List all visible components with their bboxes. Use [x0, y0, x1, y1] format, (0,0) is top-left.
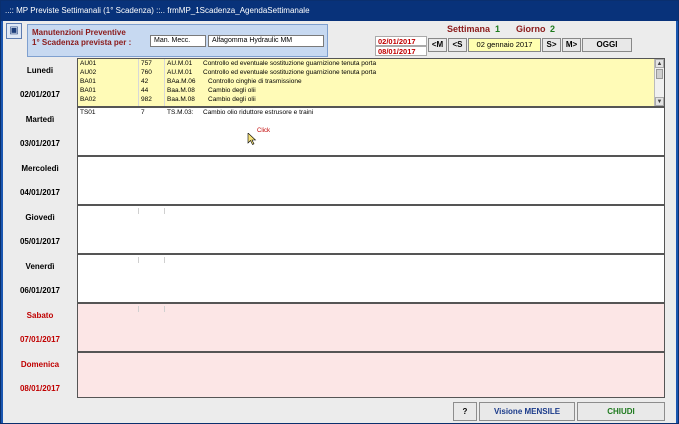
row-code: BA02: [80, 96, 96, 103]
day-date-friday: 06/01/2017: [19, 286, 61, 295]
range-end-date: 08/01/2017: [375, 46, 427, 56]
cursor-tooltip: Click: [257, 128, 270, 134]
row-desc: Controllo cinghie di trasmissione: [208, 78, 302, 85]
column-tick: [164, 257, 165, 263]
row-desc: Controllo ed eventuale sostituzione guar…: [203, 60, 377, 67]
row-ref: TS.M.03:: [167, 109, 194, 116]
help-button[interactable]: ?: [453, 402, 477, 421]
day-panel-thursday[interactable]: [77, 205, 665, 254]
column-divider: [164, 59, 165, 106]
row-code: AU01: [80, 60, 97, 67]
row-desc: Cambio degli olii: [208, 96, 256, 103]
row-qty: 42: [141, 78, 149, 85]
header-subtitle: 1° Scadenza prevista per :: [32, 38, 132, 47]
day-name-saturday: Sabato: [26, 311, 54, 320]
day-name-tuesday: Martedì: [25, 115, 55, 124]
maintenance-type-field[interactable]: Man. Mecc.: [150, 35, 206, 47]
day-date-wednesday: 04/01/2017: [19, 188, 61, 197]
scroll-up-icon[interactable]: ▲: [655, 59, 664, 68]
row-code: BA01: [80, 78, 96, 85]
day-date-monday: 02/01/2017: [19, 90, 61, 99]
close-button[interactable]: CHIUDI: [577, 402, 665, 421]
column-tick: [164, 306, 165, 312]
day-name-wednesday: Mercoledì: [21, 164, 59, 173]
column-tick: [164, 208, 165, 214]
day-panel-sunday[interactable]: [77, 352, 665, 398]
day-date-sunday: 08/01/2017: [19, 384, 61, 393]
row-qty: 44: [141, 87, 149, 94]
row-code: AU02: [80, 69, 97, 76]
row-desc: Controllo ed eventuale sostituzione guar…: [203, 69, 377, 76]
header-title: Manutenzioni Preventive: [32, 28, 126, 37]
prev-month-button[interactable]: <M: [428, 38, 447, 52]
giorno-label: Giorno: [516, 24, 546, 34]
column-tick: [138, 208, 139, 214]
footer-bar: ? Visione MENSILE CHIUDI: [3, 400, 676, 423]
column-tick: [138, 306, 139, 312]
help-icon: ?: [462, 407, 468, 416]
day-date-tuesday: 03/01/2017: [19, 139, 61, 148]
row-qty: 757: [141, 60, 152, 67]
day-name-friday: Venerdì: [25, 262, 55, 271]
row-ref: Baa.M.08: [167, 96, 195, 103]
row-code: BA01: [80, 87, 96, 94]
row-ref: Baa.M.08: [167, 87, 195, 94]
row-qty: 760: [141, 69, 152, 76]
day-name-sunday: Domenica: [20, 360, 60, 369]
giorno-value: 2: [550, 24, 556, 34]
next-week-button[interactable]: S>: [542, 38, 561, 52]
current-date-display: 02 gennaio 2017: [468, 38, 541, 52]
day-date-thursday: 05/01/2017: [19, 237, 61, 246]
day-date-saturday: 07/01/2017: [19, 335, 61, 344]
column-divider: [138, 59, 139, 106]
app-icon[interactable]: ▣: [6, 23, 22, 39]
scroll-down-icon[interactable]: ▼: [655, 97, 664, 106]
day-name-thursday: Giovedì: [25, 213, 55, 222]
day-panel-saturday[interactable]: [77, 303, 665, 352]
row-ref: BAa.M.06: [167, 78, 196, 85]
day-panel-tuesday[interactable]: TS01 7 TS.M.03: Cambio olio riduttore es…: [77, 107, 665, 156]
window-title: ..:: MP Previste Settimanali (1° Scadenz…: [1, 1, 678, 21]
scroll-thumb[interactable]: [656, 69, 663, 79]
row-desc: Cambio olio riduttore estrusore e traini: [203, 109, 314, 116]
range-start-date: 02/01/2017: [375, 36, 427, 46]
row-qty: 982: [141, 96, 152, 103]
row-code: TS01: [80, 109, 96, 116]
today-button[interactable]: OGGI: [582, 38, 632, 52]
row-desc: Cambio degli olii: [208, 87, 256, 94]
day-panel-monday[interactable]: AU01 757 AU.M.01 Controllo ed eventuale …: [77, 58, 665, 107]
settimana-label: Settimana: [447, 24, 491, 34]
weekly-agenda: Lunedi 02/01/2017 AU01 757 AU.M.01 Contr…: [3, 58, 665, 398]
prev-week-button[interactable]: <S: [448, 38, 467, 52]
machine-field[interactable]: Alfagomma Hydraulic MM: [208, 35, 324, 47]
column-tick: [138, 257, 139, 263]
day-panel-friday[interactable]: [77, 254, 665, 303]
next-month-button[interactable]: M>: [562, 38, 581, 52]
client-area: ▣ Manutenzioni Preventive 1° Scadenza pr…: [3, 21, 676, 423]
header-box: Manutenzioni Preventive 1° Scadenza prev…: [27, 24, 328, 57]
day-panel-wednesday[interactable]: [77, 156, 665, 205]
mouse-cursor-icon: [247, 133, 257, 145]
row-ref: AU.M.01: [167, 60, 193, 67]
row-ref: AU.M.01: [167, 69, 193, 76]
day-name-monday: Lunedi: [26, 66, 54, 75]
monthly-view-button[interactable]: Visione MENSILE: [479, 402, 575, 421]
monday-scrollbar[interactable]: ▲ ▼: [654, 59, 664, 106]
settimana-value: 1: [495, 24, 501, 34]
main-window: ..:: MP Previste Settimanali (1° Scadenz…: [0, 0, 679, 424]
row-qty: 7: [141, 109, 145, 116]
